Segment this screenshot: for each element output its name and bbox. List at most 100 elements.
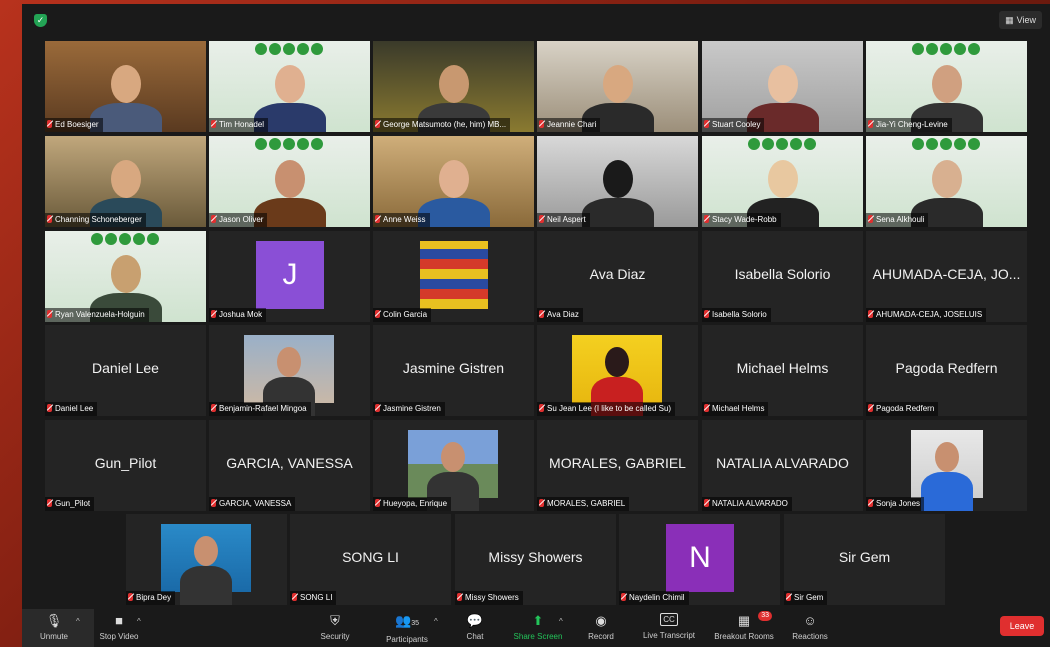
zoom-window: ✓ ▦ View Ed Boesiger Tim Honadel George Mat…: [22, 4, 1050, 647]
participant-tile[interactable]: Daniel Lee Daniel Lee: [45, 325, 206, 416]
person-head: [277, 347, 301, 377]
participant-tile[interactable]: Su Jean Lee (I like to be called Su): [537, 325, 698, 416]
participant-name: Neil Aspert: [547, 215, 586, 224]
participants-button[interactable]: 👥35 Participants: [379, 613, 435, 644]
participant-name: Benjamin-Rafael Mingoa: [219, 404, 307, 413]
share-options-caret[interactable]: ^: [559, 617, 563, 626]
participant-tile[interactable]: Ava Diaz Ava Diaz: [537, 231, 698, 322]
participant-name-label: Stacy Wade-Robb: [702, 213, 781, 227]
participant-name: Ryan Valenzuela-Holguin: [55, 310, 145, 319]
participant-name: Naydelin Chimil: [629, 593, 685, 602]
participant-name: Daniel Lee: [55, 404, 94, 413]
muted-mic-icon: [375, 499, 380, 507]
participant-name-label: Gun_Pilot: [45, 497, 95, 511]
muted-mic-icon: [704, 404, 709, 412]
participant-tile[interactable]: J Joshua Mok: [209, 231, 370, 322]
participant-tile[interactable]: Sonja Jones: [866, 420, 1027, 511]
person-head: [111, 65, 141, 103]
participant-name-label: Colin Garcia: [373, 308, 432, 322]
participant-tile[interactable]: Michael Helms Michael Helms: [702, 325, 863, 416]
unmute-button[interactable]: 🎙 Unmute: [34, 613, 74, 641]
muted-mic-icon: [868, 499, 873, 507]
participant-tile[interactable]: Stuart Cooley: [702, 41, 863, 132]
muted-mic-icon: [457, 593, 462, 601]
participant-tile[interactable]: Channing Schoneberger: [45, 136, 206, 227]
participant-name: Jason Oliver: [219, 215, 264, 224]
participant-name-label: Su Jean Lee (I like to be called Su): [537, 402, 676, 416]
participant-tile[interactable]: Stacy Wade-Robb: [702, 136, 863, 227]
reactions-button[interactable]: ☺ Reactions: [787, 613, 833, 641]
person-head: [932, 65, 962, 103]
participant-tile[interactable]: Bipra Dey: [126, 514, 287, 605]
display-name: MORALES, GABRIEL: [549, 455, 686, 471]
person-head: [111, 255, 141, 293]
participant-name-label: Pagoda Redfern: [866, 402, 939, 416]
audio-options-caret[interactable]: ^: [76, 617, 80, 626]
participant-tile[interactable]: Benjamin-Rafael Mingoa: [209, 325, 370, 416]
person-head: [603, 160, 633, 198]
participant-name: Jia-Yi Cheng-Levine: [876, 120, 948, 129]
participant-tile[interactable]: Jia-Yi Cheng-Levine: [866, 41, 1027, 132]
security-button[interactable]: ⛨ Security: [315, 613, 355, 641]
display-name: Jasmine Gistren: [402, 360, 505, 376]
participant-tile[interactable]: NATALIA ALVARADO NATALIA ALVARADO: [702, 420, 863, 511]
participant-name: Joshua Mok: [219, 310, 263, 319]
record-icon: ◉: [595, 613, 607, 628]
participant-tile[interactable]: AHUMADA-CEJA, JO... AHUMADA-CEJA, JOSELUI…: [866, 231, 1027, 322]
record-button[interactable]: ◉ Record: [582, 613, 620, 641]
video-options-caret[interactable]: ^: [137, 617, 141, 626]
participant-tile[interactable]: Isabella Solorio Isabella Solorio: [702, 231, 863, 322]
muted-mic-icon: [786, 593, 791, 601]
participant-tile[interactable]: Hueyopa, Enrique: [373, 420, 534, 511]
participant-name-label: Sonja Jones: [866, 497, 925, 511]
profile-picture: [161, 524, 251, 605]
participant-tile[interactable]: Sir Gem Sir Gem: [784, 514, 945, 605]
breakout-badge: 33: [758, 611, 772, 621]
muted-mic-icon: [375, 120, 380, 128]
person-head: [605, 347, 629, 377]
participant-tile[interactable]: Neil Aspert: [537, 136, 698, 227]
participant-tile[interactable]: Ryan Valenzuela-Holguin: [45, 231, 206, 322]
participant-tile[interactable]: Tim Honadel: [209, 41, 370, 132]
leave-button[interactable]: Leave: [1000, 616, 1044, 636]
participant-name: Jasmine Gistren: [383, 404, 441, 413]
participant-name-label: Tim Honadel: [209, 118, 269, 132]
participant-name: Isabella Solorio: [712, 310, 767, 319]
participants-caret[interactable]: ^: [434, 617, 438, 626]
person-head: [768, 160, 798, 198]
participant-tile[interactable]: SONG LI SONG LI: [290, 514, 451, 605]
muted-mic-icon: [704, 120, 709, 128]
participant-tile[interactable]: N Naydelin Chimil: [619, 514, 780, 605]
display-name: Ava Diaz: [589, 266, 646, 282]
participant-tile[interactable]: MORALES, GABRIEL MORALES, GABRIEL: [537, 420, 698, 511]
participant-tile[interactable]: Gun_Pilot Gun_Pilot: [45, 420, 206, 511]
participant-tile[interactable]: Sena Alkhouli: [866, 136, 1027, 227]
participant-name-label: AHUMADA-CEJA, JOSELUIS: [866, 308, 987, 322]
live-transcript-button[interactable]: CC Live Transcript: [637, 613, 701, 640]
participant-tile[interactable]: Pagoda Redfern Pagoda Redfern: [866, 325, 1027, 416]
participant-name: AHUMADA-CEJA, JOSELUIS: [876, 310, 983, 319]
participant-tile[interactable]: Ed Boesiger: [45, 41, 206, 132]
participant-tile[interactable]: Jason Oliver: [209, 136, 370, 227]
participant-name-label: Ava Diaz: [537, 308, 583, 322]
participant-tile[interactable]: George Matsumoto (he, him) MB...: [373, 41, 534, 132]
participant-name-label: Stuart Cooley: [702, 118, 765, 132]
breakout-rooms-button[interactable]: ▦ 33 Breakout Rooms: [710, 611, 778, 641]
participant-name: Anne Weiss: [383, 215, 426, 224]
participant-tile[interactable]: Anne Weiss: [373, 136, 534, 227]
participant-name-label: Sir Gem: [784, 591, 828, 605]
participant-tile[interactable]: Jeannie Chari: [537, 41, 698, 132]
participant-tile[interactable]: Missy Showers Missy Showers: [455, 514, 616, 605]
participant-name-label: Anne Weiss: [373, 213, 430, 227]
chat-button[interactable]: 💬 Chat: [460, 613, 490, 641]
participant-tile[interactable]: GARCIA, VANESSA GARCIA, VANESSA: [209, 420, 370, 511]
participant-name-label: SONG LI: [290, 591, 337, 605]
participant-tile[interactable]: Jasmine Gistren Jasmine Gistren: [373, 325, 534, 416]
muted-mic-icon: [539, 120, 544, 128]
participant-name: Pagoda Redfern: [876, 404, 935, 413]
display-name: Michael Helms: [736, 360, 829, 376]
participant-name: Sir Gem: [794, 593, 824, 602]
person-head: [768, 65, 798, 103]
person-shoulders: [180, 566, 232, 605]
participant-tile[interactable]: Colin Garcia: [373, 231, 534, 322]
